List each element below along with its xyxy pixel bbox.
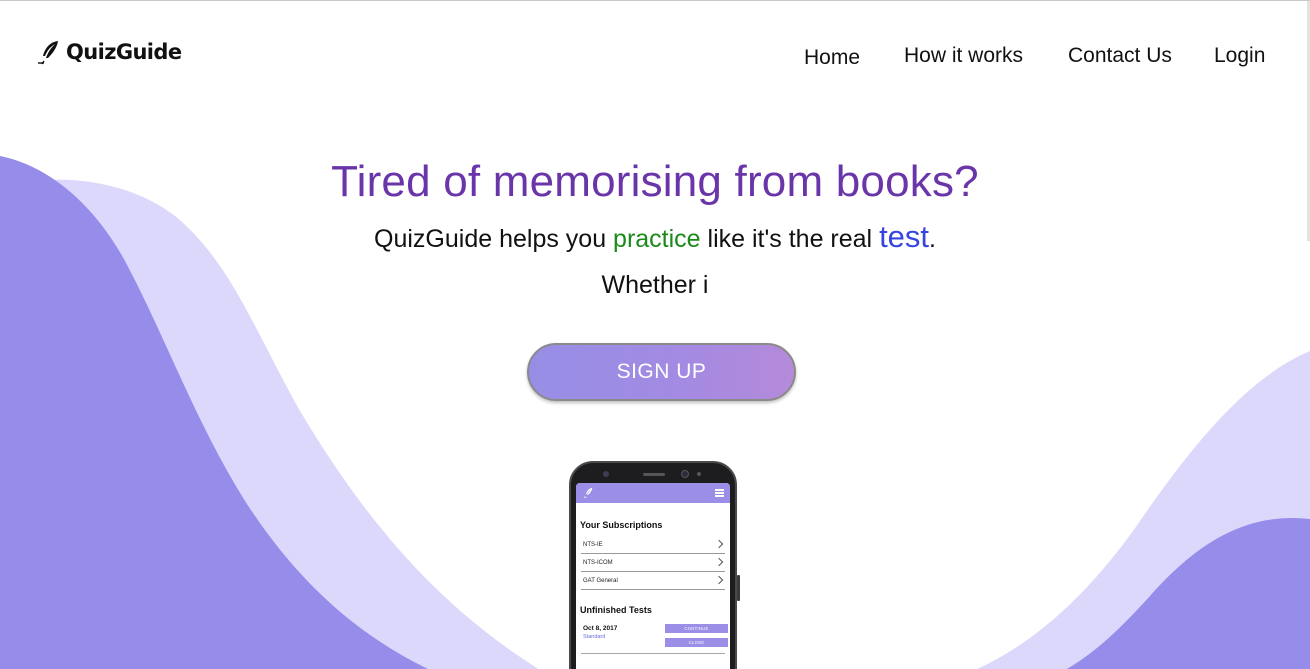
subscriptions-heading: Your Subscriptions	[580, 520, 663, 530]
continue-test-button[interactable]: CONTINUE	[665, 624, 728, 633]
page-scrollbar[interactable]	[1306, 1, 1310, 669]
landing-page: QuizGuide Home How it works Contact Us L…	[0, 0, 1310, 669]
subscription-label: NTS-ICOM	[583, 560, 613, 566]
sign-up-button[interactable]: SIGN UP	[527, 343, 796, 401]
hero-tagline: QuizGuide helps you practice like it's t…	[0, 219, 1310, 257]
proximity-sensor-icon	[697, 472, 701, 476]
phone-mockup: Your Subscriptions NTS-IE NTS-ICOM GAT G…	[569, 461, 740, 669]
tagline-practice-highlight: practice	[613, 225, 701, 253]
nav-contact-us-link[interactable]: Contact Us	[1068, 44, 1172, 68]
test-date: Oct 8, 2017	[583, 625, 618, 632]
tagline-test-highlight: test	[879, 219, 930, 254]
sensor-icon	[681, 470, 689, 478]
tagline-part2: like it's the real	[700, 225, 880, 253]
close-test-button[interactable]: CLOSE	[665, 638, 728, 647]
tagline-part1: QuizGuide helps you	[374, 225, 614, 253]
subscription-item[interactable]: NTS-ICOM	[581, 554, 725, 572]
chevron-right-icon	[714, 539, 724, 549]
nav-home-link[interactable]: Home	[804, 46, 860, 70]
chevron-right-icon	[714, 575, 724, 585]
hamburger-menu-icon[interactable]	[715, 489, 724, 497]
phone-top-bezel	[571, 463, 735, 485]
unfinished-test-row: Oct 8, 2017 Standard CONTINUE CLOSE	[581, 624, 728, 654]
subscription-item[interactable]: GAT General	[581, 572, 725, 590]
tagline-part3: .	[929, 225, 936, 253]
test-type: Standard	[583, 634, 606, 640]
main-nav: Home How it works Contact Us Login	[0, 43, 1310, 73]
hero-title: Tired of memorising from books?	[331, 157, 979, 206]
hero-typed-text: Whether i	[601, 271, 709, 299]
nav-login-link[interactable]: Login	[1214, 44, 1265, 68]
nav-how-it-works-link[interactable]: How it works	[904, 44, 1023, 68]
subscription-item[interactable]: NTS-IE	[581, 536, 725, 554]
speaker-grille	[643, 473, 665, 476]
chevron-right-icon	[714, 557, 724, 567]
hero-section: Tired of memorising from books? QuizGuid…	[0, 151, 1310, 303]
app-feather-icon	[583, 487, 593, 498]
phone-screen: Your Subscriptions NTS-IE NTS-ICOM GAT G…	[576, 483, 730, 669]
subscription-label: NTS-IE	[583, 542, 603, 548]
front-camera-icon	[603, 471, 609, 477]
subscriptions-list: NTS-IE NTS-ICOM GAT General	[576, 536, 730, 590]
subscription-label: GAT General	[583, 578, 618, 584]
unfinished-tests-heading: Unfinished Tests	[580, 605, 652, 615]
phone-side-button	[737, 575, 740, 601]
app-bar	[576, 483, 730, 503]
